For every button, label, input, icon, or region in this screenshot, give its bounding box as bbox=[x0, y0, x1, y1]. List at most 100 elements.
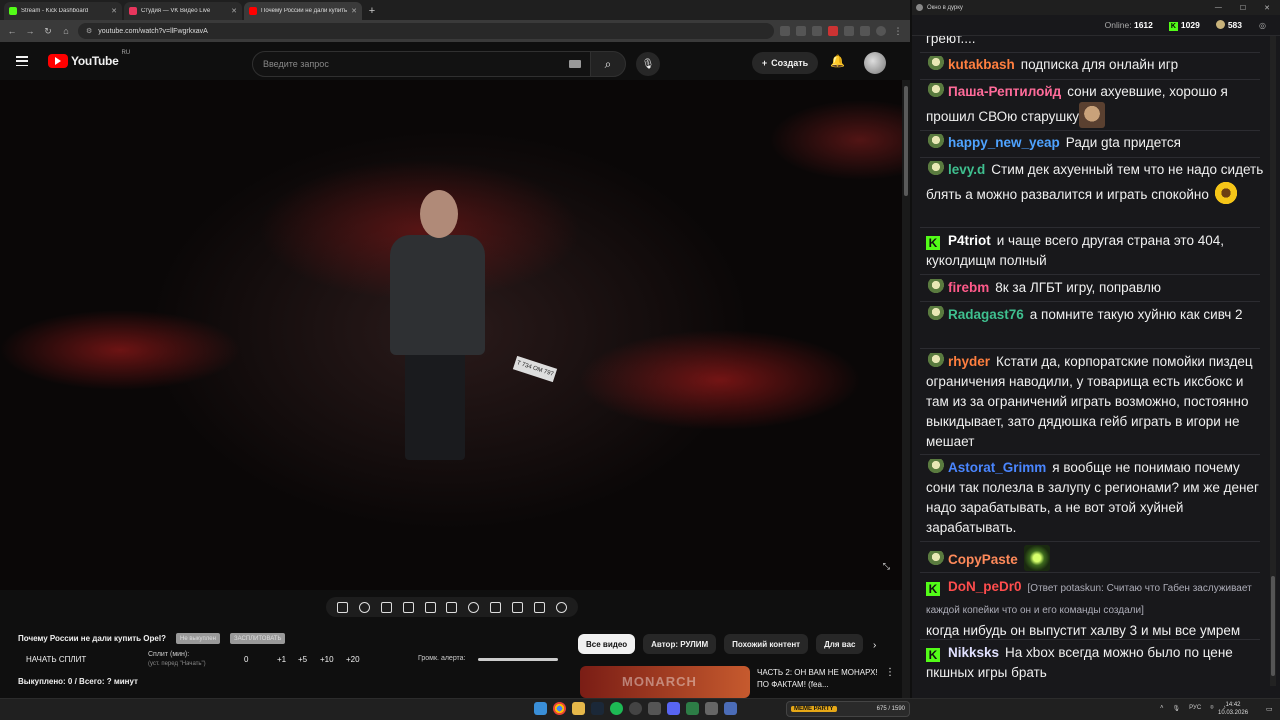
app-icon[interactable] bbox=[648, 702, 661, 715]
windows-start-icon[interactable] bbox=[534, 702, 547, 715]
recommendation-thumbnail[interactable]: MONARCH bbox=[580, 666, 750, 698]
close-icon[interactable]: ✕ bbox=[1264, 4, 1270, 12]
app-icon[interactable] bbox=[705, 702, 718, 715]
split-value-button[interactable]: +20 bbox=[346, 655, 360, 664]
chat-username[interactable]: CopyPaste bbox=[948, 552, 1018, 567]
loop-icon[interactable] bbox=[337, 601, 349, 613]
page-scrollbar[interactable] bbox=[902, 80, 910, 698]
chat-username[interactable]: levy.d bbox=[948, 162, 985, 177]
chat-username[interactable]: Паша-Рептилойд bbox=[948, 84, 1061, 99]
chip-for-you[interactable]: Для вас bbox=[816, 634, 864, 654]
close-icon[interactable]: ✕ bbox=[351, 7, 357, 15]
lab-icon[interactable] bbox=[533, 601, 545, 613]
reload-icon[interactable]: ↻ bbox=[42, 25, 54, 37]
chat-username[interactable]: rhyder bbox=[948, 354, 990, 369]
split-value-button[interactable]: +1 bbox=[277, 655, 286, 664]
tab-title: Студия — VK Видео Live bbox=[141, 8, 211, 14]
watch-later-icon[interactable] bbox=[381, 601, 393, 613]
url-field[interactable]: ⚙ youtube.com/watch?v=llFwgrkxavA bbox=[78, 23, 774, 39]
microphone-icon[interactable]: 🎙 bbox=[1173, 705, 1181, 712]
keyboard-icon[interactable] bbox=[569, 60, 581, 68]
chip-all-videos[interactable]: Все видео bbox=[578, 634, 636, 654]
youtube-logo[interactable]: YouTube RU bbox=[48, 50, 130, 68]
close-icon[interactable]: ✕ bbox=[111, 7, 117, 15]
chip-similar[interactable]: Похожий контент bbox=[724, 634, 809, 654]
broadcast-icon[interactable] bbox=[359, 601, 371, 613]
search-placeholder: Введите запрос bbox=[263, 59, 329, 69]
language-indicator[interactable]: РУС bbox=[1189, 705, 1201, 712]
tab-vk-studio[interactable]: Студия — VK Видео Live ✕ bbox=[124, 2, 242, 20]
split-value-button[interactable]: +10 bbox=[320, 655, 334, 664]
chat-username[interactable]: P4triot bbox=[948, 233, 991, 248]
clip-icon[interactable] bbox=[402, 601, 414, 613]
menu-icon[interactable] bbox=[16, 56, 28, 66]
chat-username[interactable]: kutakbash bbox=[948, 57, 1015, 72]
chevron-up-icon[interactable]: ˄ bbox=[1160, 705, 1164, 712]
explorer-icon[interactable] bbox=[572, 702, 585, 715]
player-tools-bar bbox=[326, 597, 578, 617]
settings-icon[interactable]: ◎ bbox=[1259, 21, 1266, 30]
video-player[interactable]: Т 734 ОМ 797 ⤡ bbox=[0, 80, 902, 590]
more-options-icon[interactable]: ⋮ bbox=[885, 667, 895, 678]
chat-username[interactable]: firebm bbox=[948, 280, 989, 295]
split-tag-button[interactable]: ЗАСПЛИТОВАТЬ bbox=[230, 633, 286, 644]
tab-youtube[interactable]: Почему России не дали купить ✕ bbox=[244, 2, 362, 20]
theater-icon[interactable] bbox=[446, 601, 458, 613]
extension-icon[interactable] bbox=[780, 26, 790, 36]
chip-author[interactable]: Автор: РУЛИМ bbox=[643, 634, 717, 654]
app-icon[interactable] bbox=[686, 702, 699, 715]
chat-username[interactable]: Astorat_Grimm bbox=[948, 460, 1046, 475]
chevron-right-icon[interactable]: › bbox=[873, 640, 876, 651]
menu-icon[interactable]: ⋮ bbox=[892, 25, 904, 37]
extension-icon[interactable] bbox=[828, 26, 838, 36]
new-tab-button[interactable]: + bbox=[364, 2, 380, 20]
voice-search-button[interactable]: 🎙 bbox=[636, 52, 660, 76]
subscriber-badge-icon bbox=[926, 306, 944, 321]
bookmark-icon[interactable] bbox=[812, 26, 822, 36]
download-icon[interactable] bbox=[860, 26, 870, 36]
license-plate: Т 734 ОМ 797 bbox=[512, 355, 558, 383]
extension-icon[interactable] bbox=[796, 26, 806, 36]
steam-icon[interactable] bbox=[591, 702, 604, 715]
chat-username[interactable]: happy_new_yeap bbox=[948, 135, 1060, 150]
create-button[interactable]: + Создать bbox=[752, 52, 818, 74]
meme-party-widget[interactable]: MEME PARTY 675 / 1590 bbox=[786, 701, 910, 717]
tab-kick-dashboard[interactable]: Stream - Kick Dashboard ✕ bbox=[4, 2, 122, 20]
notifications-bell-icon[interactable]: 🔔 bbox=[830, 54, 845, 68]
split-value-button[interactable]: 0 bbox=[244, 655, 248, 664]
extension-icon[interactable] bbox=[844, 26, 854, 36]
taskbar-clock[interactable]: 14:42 10.03.2026 bbox=[1218, 701, 1248, 717]
split-value-button[interactable]: +5 bbox=[298, 655, 307, 664]
chat-scrollbar[interactable] bbox=[1270, 36, 1276, 686]
discord-icon[interactable] bbox=[667, 702, 680, 715]
close-icon[interactable]: ✕ bbox=[231, 7, 237, 15]
forward-icon[interactable]: → bbox=[24, 25, 36, 37]
add-icon[interactable] bbox=[490, 601, 502, 613]
chat-username[interactable]: Radagast76 bbox=[948, 307, 1024, 322]
profile-icon[interactable] bbox=[876, 26, 886, 36]
start-split-button[interactable]: НАЧАТЬ СПЛИТ bbox=[26, 655, 86, 664]
screenshot-icon[interactable] bbox=[511, 601, 523, 613]
picture-in-picture-icon[interactable] bbox=[424, 601, 436, 613]
chrome-icon[interactable] bbox=[553, 702, 566, 715]
chat-username[interactable]: DoN_peDr0 bbox=[948, 579, 1022, 594]
ambient-mode-icon[interactable]: ⤡ bbox=[883, 561, 890, 572]
back-icon[interactable]: ← bbox=[6, 25, 18, 37]
spotify-icon[interactable] bbox=[610, 702, 623, 715]
search-input[interactable]: Введите запрос bbox=[252, 51, 592, 77]
home-icon[interactable]: ⌂ bbox=[60, 25, 72, 37]
maximize-icon[interactable]: ☐ bbox=[1240, 4, 1246, 12]
speed-icon[interactable] bbox=[468, 601, 480, 613]
minimize-icon[interactable]: — bbox=[1215, 4, 1222, 12]
chat-username[interactable]: Nikksks bbox=[948, 645, 999, 660]
avatar[interactable] bbox=[864, 52, 886, 74]
settings-icon[interactable] bbox=[555, 601, 567, 613]
obs-icon[interactable] bbox=[629, 702, 642, 715]
app-icon[interactable] bbox=[724, 702, 737, 715]
search-button[interactable]: ⌕ bbox=[590, 51, 626, 77]
site-info-icon[interactable]: ⚙ bbox=[86, 27, 92, 35]
recommendation-title[interactable]: ЧАСТЬ 2: ОН ВАМ НЕ МОНАРХ! ПО ФАКТАМ! (f… bbox=[757, 667, 882, 691]
network-icon[interactable]: ⌾ bbox=[1210, 705, 1214, 712]
notification-icon[interactable]: ▭ bbox=[1266, 705, 1273, 713]
alert-volume-slider[interactable] bbox=[478, 658, 558, 661]
